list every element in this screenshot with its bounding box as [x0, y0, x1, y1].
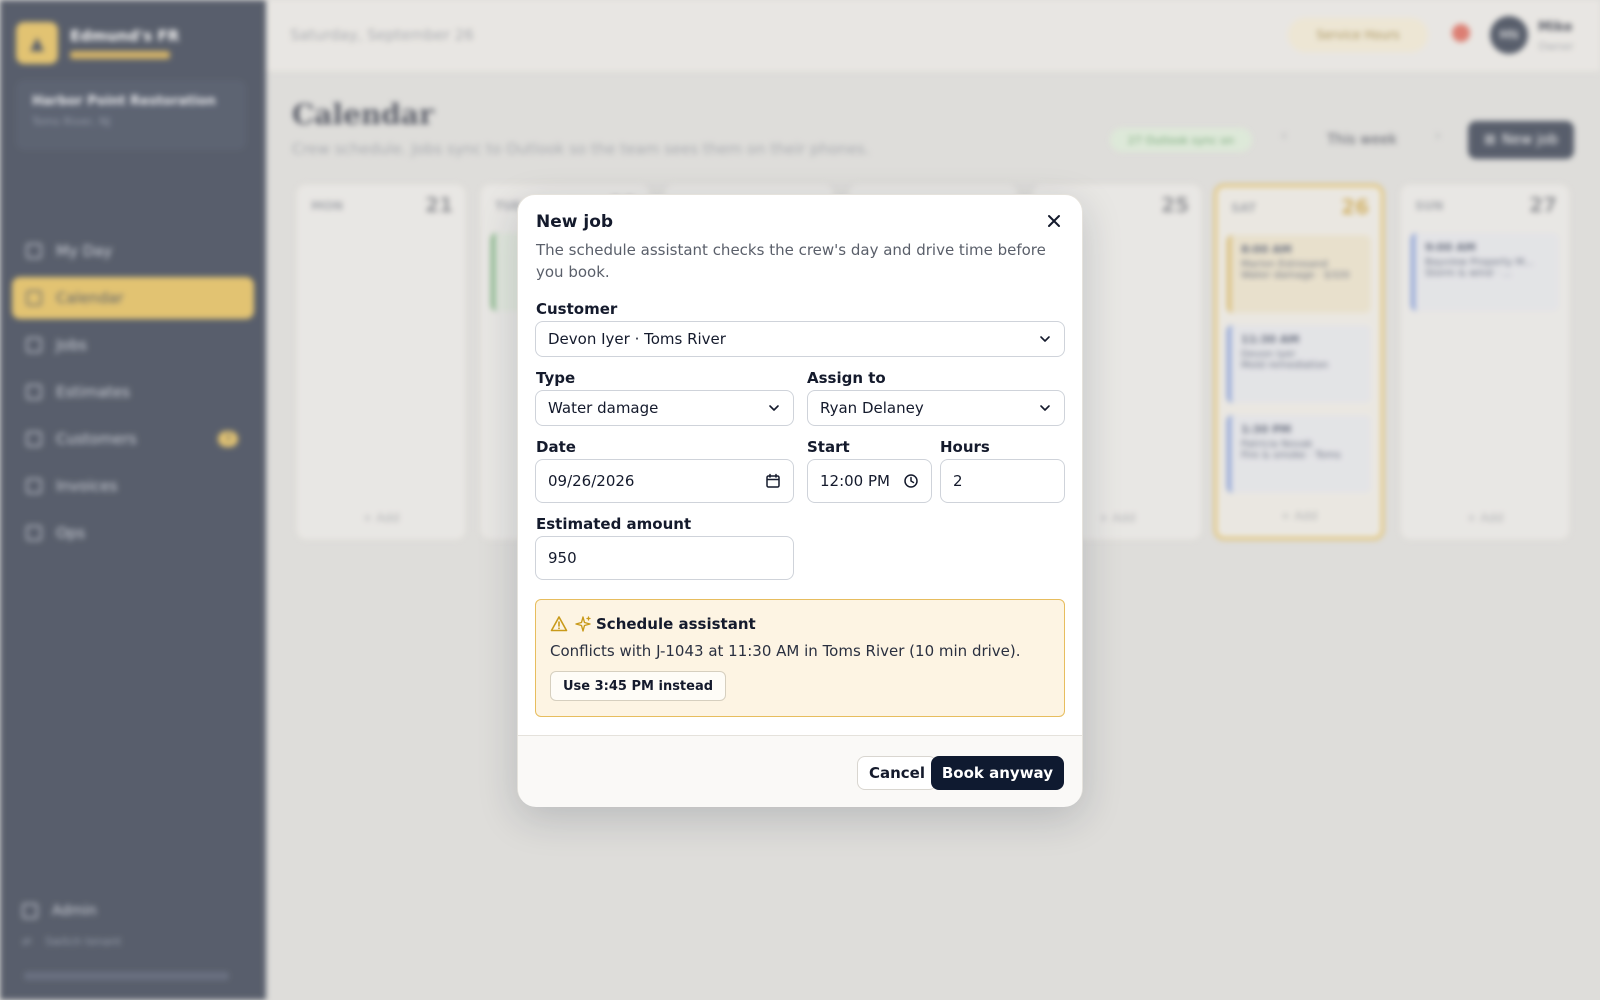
dialog-title: New job	[536, 212, 614, 232]
assign-value: Ryan Delaney	[820, 399, 924, 417]
date-label: Date	[536, 438, 576, 456]
chevron-down-icon	[1040, 405, 1050, 411]
start-value: 12:00 PM	[820, 472, 890, 490]
new-job-dialog: New job The schedule assistant checks th…	[517, 194, 1083, 807]
assistant-message: Conflicts with J-1043 at 11:30 AM in Tom…	[550, 642, 1021, 660]
customer-label: Customer	[536, 300, 618, 318]
use-suggested-time-button[interactable]: Use 3:45 PM instead	[550, 671, 727, 701]
schedule-assistant-alert: Schedule assistant Conflicts with J-1043…	[535, 599, 1065, 717]
sparkle-icon	[575, 616, 591, 632]
assign-select[interactable]: Ryan Delaney	[807, 390, 1065, 426]
start-label: Start	[807, 438, 850, 456]
clock-icon[interactable]	[903, 473, 919, 489]
type-label: Type	[536, 369, 576, 387]
date-input[interactable]: 09/26/2026	[535, 459, 794, 503]
amount-value: 950	[548, 549, 577, 567]
hours-label: Hours	[940, 438, 990, 456]
start-time-input[interactable]: 12:00 PM	[807, 459, 932, 503]
type-select[interactable]: Water damage	[535, 390, 794, 426]
hours-value: 2	[953, 472, 963, 490]
dialog-footer: Cancel Book anyway	[518, 735, 1082, 807]
close-button[interactable]	[1042, 209, 1066, 233]
assign-label: Assign to	[807, 369, 886, 387]
hours-input[interactable]: 2	[940, 459, 1065, 503]
estimated-amount-input[interactable]: 950	[535, 536, 794, 580]
amount-label: Estimated amount	[536, 515, 692, 533]
assistant-title: Schedule assistant	[596, 615, 756, 633]
close-icon	[1048, 215, 1060, 227]
cancel-button[interactable]: Cancel	[856, 756, 937, 790]
type-value: Water damage	[548, 399, 659, 417]
warning-icon	[550, 616, 568, 632]
calendar-icon[interactable]	[765, 473, 781, 489]
dialog-description: The schedule assistant checks the crew's…	[536, 241, 1046, 281]
date-value: 09/26/2026	[548, 472, 635, 490]
customer-select[interactable]: Devon Iyer · Toms River	[535, 321, 1065, 357]
chevron-down-icon	[1040, 336, 1050, 342]
book-anyway-button[interactable]: Book anyway	[930, 756, 1064, 790]
customer-value: Devon Iyer · Toms River	[548, 330, 726, 348]
chevron-down-icon	[769, 405, 779, 411]
